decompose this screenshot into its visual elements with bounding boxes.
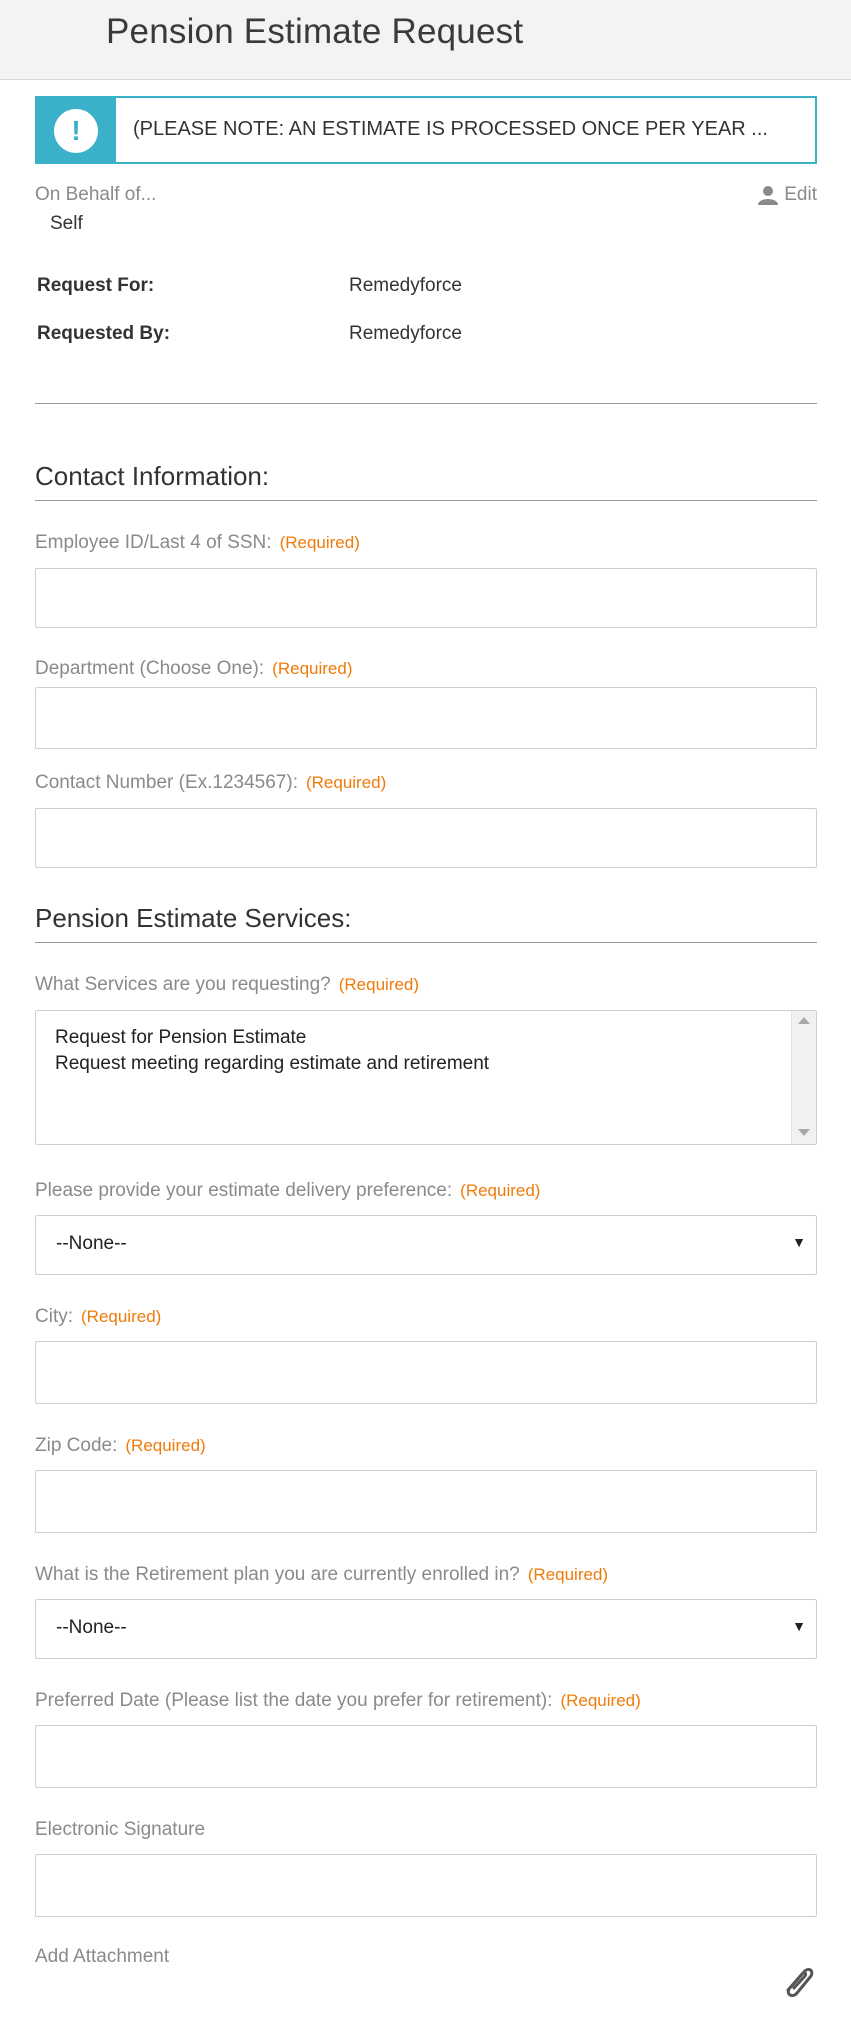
- department-input[interactable]: [35, 687, 817, 749]
- preferred-date-label: Preferred Date (Please list the date you…: [35, 1690, 641, 1712]
- listbox-scrollbar[interactable]: [791, 1011, 816, 1144]
- employee-id-input[interactable]: [35, 568, 817, 628]
- edit-button[interactable]: Edit: [758, 184, 817, 206]
- delivery-preference-label-text: Please provide your estimate delivery pr…: [35, 1180, 453, 1201]
- request-for-value: Remedyforce: [349, 275, 462, 296]
- contact-section-title: Contact Information:: [35, 461, 270, 491]
- services-section-divider: [35, 942, 817, 943]
- page-header: Pension Estimate Request: [0, 0, 851, 80]
- services-option[interactable]: Request for Pension Estimate: [55, 1027, 306, 1049]
- scroll-up-arrow-icon[interactable]: [798, 1017, 810, 1024]
- delivery-preference-label: Please provide your estimate delivery pr…: [35, 1180, 540, 1202]
- retirement-plan-label: What is the Retirement plan you are curr…: [35, 1564, 608, 1586]
- city-input[interactable]: [35, 1341, 817, 1404]
- delivery-preference-value: --None--: [56, 1233, 127, 1254]
- zip-code-input[interactable]: [35, 1470, 817, 1533]
- zip-code-label-text: Zip Code:: [35, 1435, 118, 1456]
- exclamation-icon: !: [54, 109, 98, 153]
- city-label-text: City:: [35, 1306, 73, 1327]
- department-label: Department (Choose One): (Required): [35, 658, 352, 680]
- retirement-plan-label-text: What is the Retirement plan you are curr…: [35, 1564, 520, 1585]
- edit-label: Edit: [784, 184, 817, 205]
- page-title: Pension Estimate Request: [106, 12, 524, 51]
- notice-text: (PLEASE NOTE: AN ESTIMATE IS PROCESSED O…: [133, 118, 768, 140]
- services-requested-label-text: What Services are you requesting?: [35, 974, 331, 995]
- retirement-plan-select[interactable]: --None-- ▼: [35, 1599, 817, 1659]
- divider: [35, 403, 817, 404]
- required-indicator: (Required): [460, 1181, 541, 1200]
- required-indicator: (Required): [305, 773, 387, 792]
- on-behalf-value: Self: [50, 213, 83, 234]
- contact-number-input[interactable]: [35, 808, 817, 868]
- required-indicator: (Required): [272, 659, 353, 678]
- dropdown-caret-icon: ▼: [792, 1234, 806, 1250]
- contact-number-label: Contact Number (Ex.1234567): (Required): [35, 772, 386, 794]
- paperclip-icon[interactable]: [780, 1960, 818, 2002]
- services-option[interactable]: Request meeting regarding estimate and r…: [55, 1053, 489, 1075]
- services-section-title: Pension Estimate Services:: [35, 903, 352, 933]
- employee-id-label: Employee ID/Last 4 of SSN: (Required): [35, 532, 360, 554]
- request-for-label: Request For:: [37, 275, 155, 296]
- contact-section-divider: [35, 500, 817, 501]
- notice-banner: ! (PLEASE NOTE: AN ESTIMATE IS PROCESSED…: [35, 96, 817, 164]
- scroll-down-arrow-icon[interactable]: [798, 1129, 810, 1136]
- preferred-date-input[interactable]: [35, 1725, 817, 1788]
- required-indicator: (Required): [279, 533, 360, 552]
- contact-number-label-text: Contact Number (Ex.1234567):: [35, 772, 298, 793]
- zip-code-label: Zip Code: (Required): [35, 1435, 206, 1457]
- delivery-preference-select[interactable]: --None-- ▼: [35, 1215, 817, 1275]
- add-attachment-label: Add Attachment: [35, 1946, 170, 1967]
- department-label-text: Department (Choose One):: [35, 658, 265, 679]
- on-behalf-label: On Behalf of...: [35, 184, 157, 205]
- requested-by-value: Remedyforce: [349, 323, 462, 344]
- required-indicator: (Required): [527, 1565, 609, 1584]
- services-requested-label: What Services are you requesting? (Requir…: [35, 974, 419, 996]
- employee-id-label-text: Employee ID/Last 4 of SSN:: [35, 532, 272, 553]
- preferred-date-label-text: Preferred Date (Please list the date you…: [35, 1690, 553, 1711]
- dropdown-caret-icon: ▼: [792, 1618, 806, 1634]
- requested-by-label: Requested By:: [37, 323, 171, 344]
- user-icon: [758, 186, 779, 205]
- services-listbox[interactable]: Request for Pension Estimate Request mee…: [35, 1010, 817, 1145]
- notice-icon-box: !: [37, 98, 116, 162]
- required-indicator: (Required): [560, 1691, 641, 1710]
- required-indicator: (Required): [125, 1436, 206, 1455]
- electronic-signature-label: Electronic Signature: [35, 1819, 206, 1840]
- electronic-signature-input[interactable]: [35, 1854, 817, 1917]
- required-indicator: (Required): [81, 1307, 162, 1326]
- required-indicator: (Required): [338, 975, 420, 994]
- city-label: City: (Required): [35, 1306, 161, 1328]
- retirement-plan-value: --None--: [56, 1617, 127, 1638]
